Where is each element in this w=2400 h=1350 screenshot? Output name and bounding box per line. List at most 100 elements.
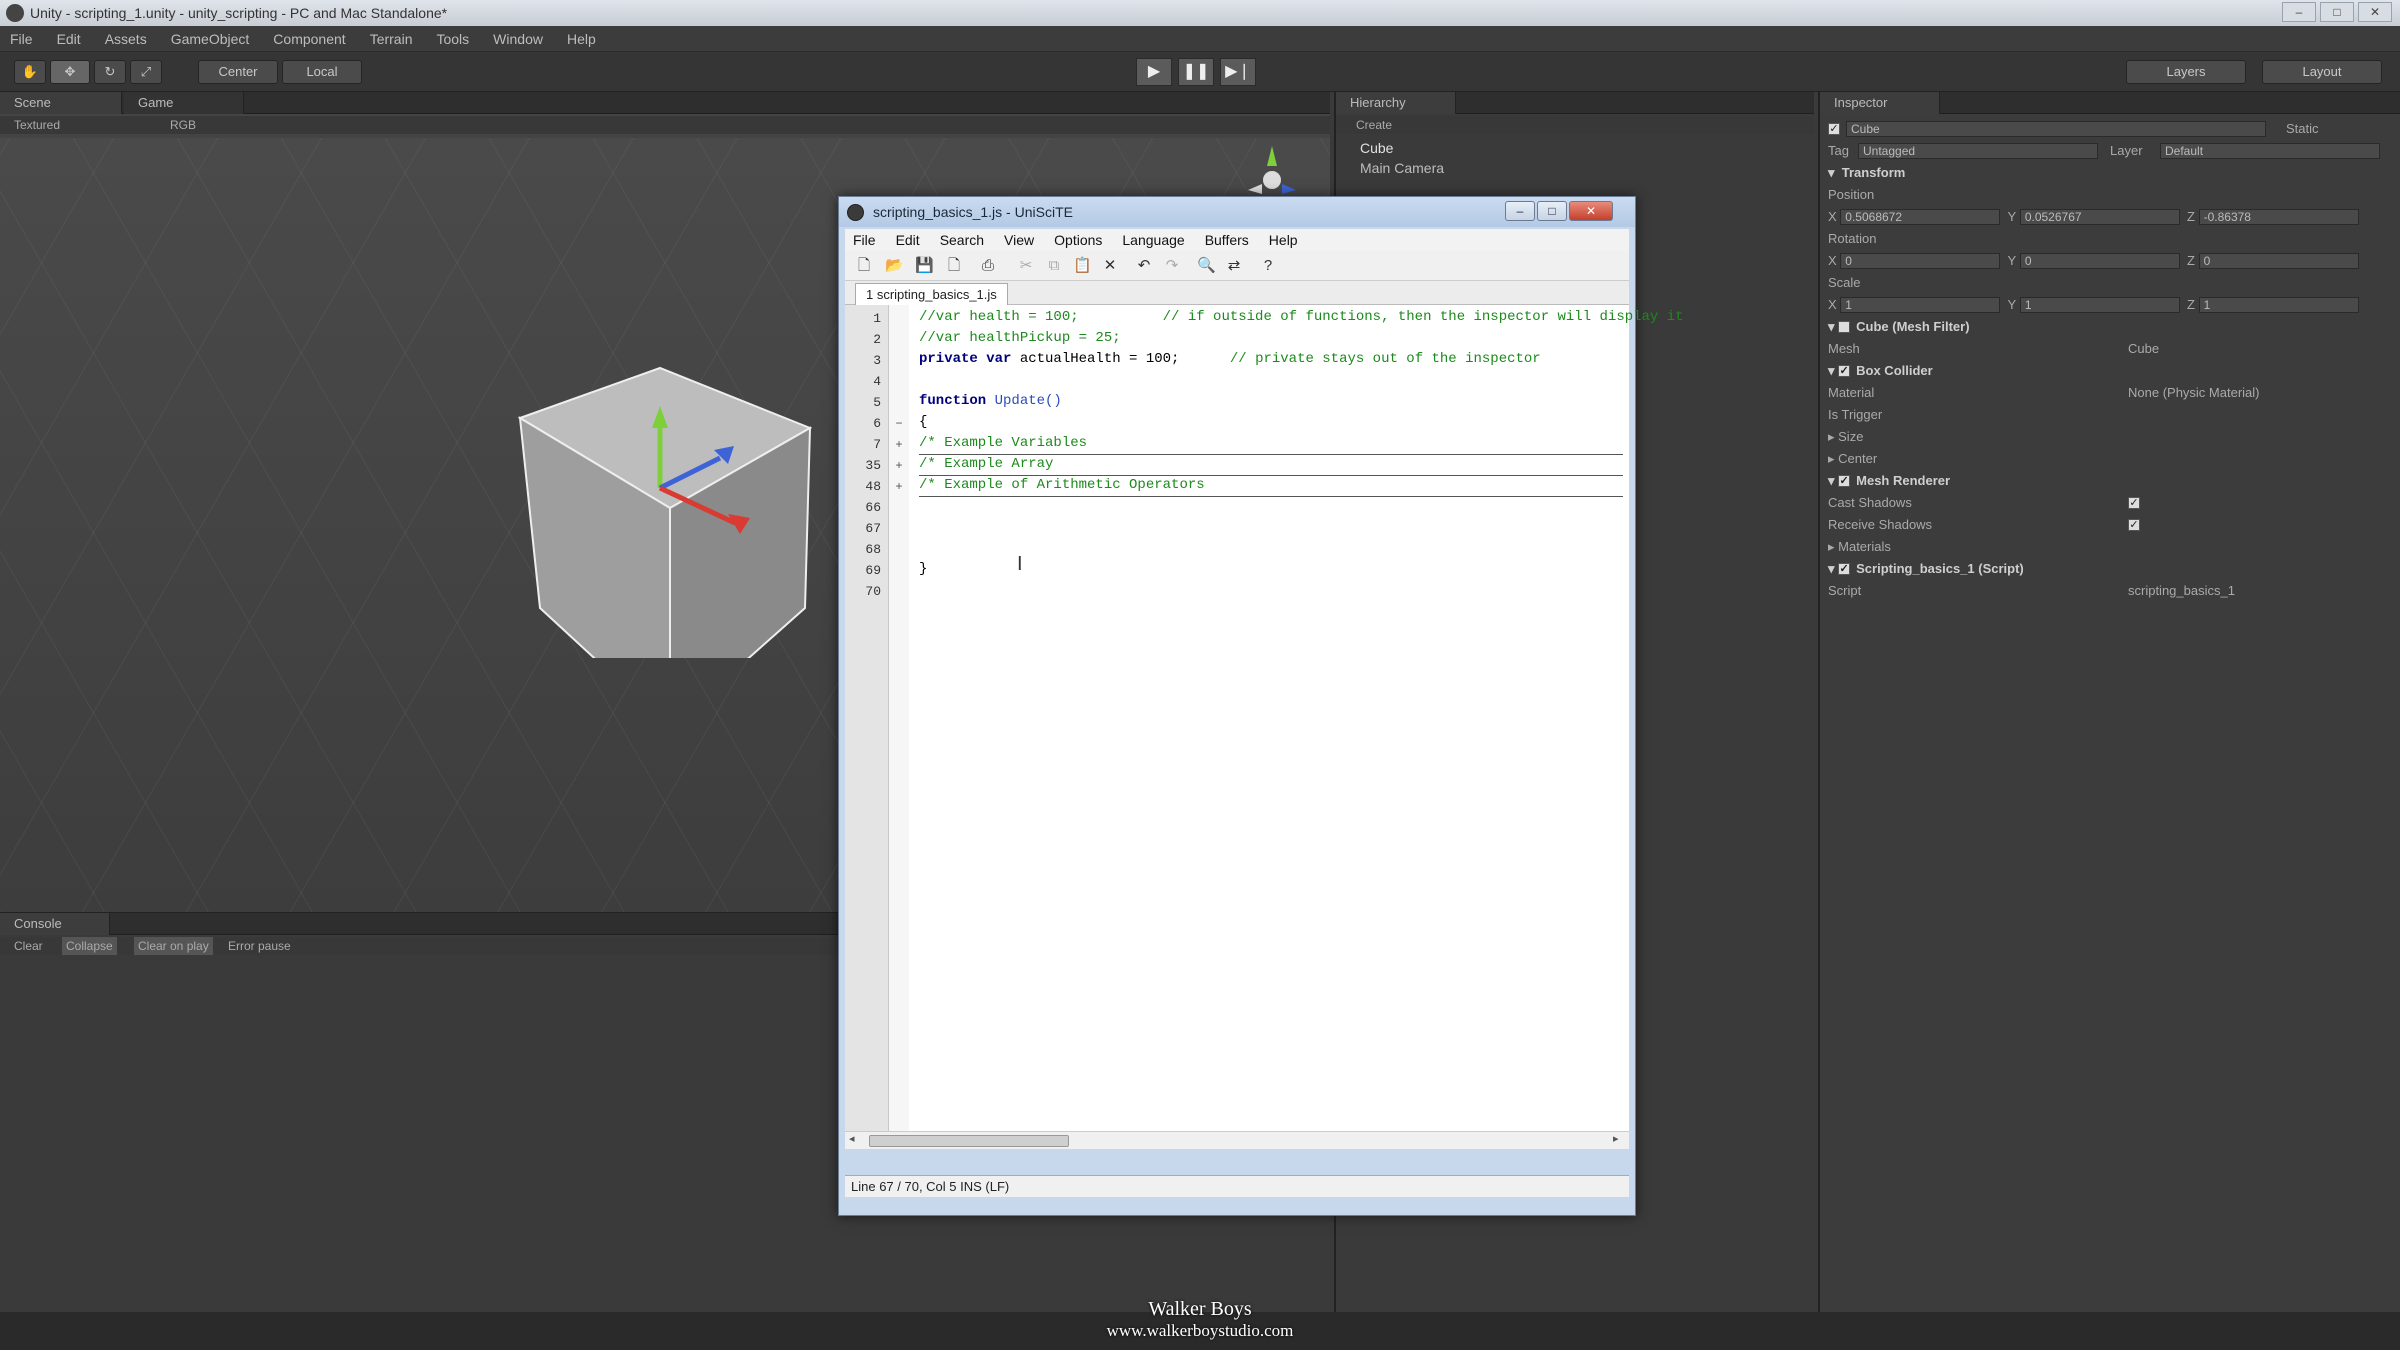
pause-button[interactable]: ❚❚	[1178, 58, 1214, 86]
rotation-y-field[interactable]: 0	[2019, 253, 2180, 269]
mesh-value[interactable]: Cube	[2128, 338, 2159, 360]
delete-icon[interactable]: ✕	[1101, 257, 1119, 275]
fold-expand-icon[interactable]: +	[893, 437, 905, 451]
pivot-center-toggle[interactable]: Center	[198, 60, 278, 84]
code-editor[interactable]: 1 2 3 4 5 6 7 35 48 66 67 68 69 70 //var health = 100…	[845, 305, 1684, 1131]
console-clear-button[interactable]: Clear	[14, 937, 43, 955]
materials-foldout[interactable]: ▸ Materials	[1828, 536, 2394, 558]
code-line[interactable]: private var actualHealth = 100; // priva…	[919, 351, 1541, 367]
redo-icon[interactable]: ↷	[1163, 257, 1181, 275]
menu-help[interactable]: Help	[567, 26, 596, 51]
script-value[interactable]: scripting_basics_1	[2128, 580, 2235, 602]
open-file-icon[interactable]: 📂	[885, 257, 904, 275]
box-collider-checkbox[interactable]: ✓	[1838, 365, 1851, 377]
tab-hierarchy[interactable]: Hierarchy	[1336, 92, 1456, 114]
menu-tools[interactable]: Tools	[436, 26, 469, 51]
paste-icon[interactable]: 📋	[1073, 257, 1092, 275]
editor-menu-options[interactable]: Options	[1054, 229, 1102, 251]
rotation-z-field[interactable]: 0	[2198, 253, 2359, 269]
save-icon[interactable]: 💾	[915, 257, 934, 275]
move-tool-button[interactable]: ✥	[50, 60, 90, 84]
menu-file[interactable]: File	[10, 26, 33, 51]
code-line[interactable]: /* Example Variables	[919, 435, 1087, 451]
layout-dropdown[interactable]: Layout	[2262, 60, 2382, 84]
undo-icon[interactable]: ↶	[1135, 257, 1153, 275]
layers-dropdown[interactable]: Layers	[2126, 60, 2246, 84]
new-file-icon[interactable]: 🗋	[855, 257, 873, 275]
position-y-field[interactable]: 0.0526767	[2019, 209, 2180, 225]
tab-inspector[interactable]: Inspector	[1820, 92, 1940, 114]
play-button[interactable]: ▶	[1136, 58, 1172, 86]
code-line[interactable]: //var healthPickup = 25;	[919, 330, 1121, 346]
print-icon[interactable]: ⎙	[979, 257, 997, 275]
cube-gizmo[interactable]	[500, 278, 840, 658]
editor-menu-buffers[interactable]: Buffers	[1205, 229, 1249, 251]
box-collider-header[interactable]: ▾ ✓ Box Collider	[1828, 360, 2394, 382]
hierarchy-item-cube[interactable]: Cube	[1336, 138, 1814, 158]
tag-dropdown[interactable]: Untagged	[1858, 143, 2098, 159]
rotate-tool-button[interactable]: ↻	[94, 60, 126, 84]
code-line[interactable]: function Update()	[919, 393, 1062, 409]
editor-minimize-button[interactable]: –	[1505, 201, 1535, 221]
object-name-field[interactable]: Cube	[1846, 121, 2266, 137]
tab-game[interactable]: Game	[124, 92, 244, 114]
fold-expand-icon[interactable]: +	[893, 479, 905, 493]
minimize-button[interactable]: –	[2282, 2, 2316, 22]
size-foldout[interactable]: ▸ Size	[1828, 426, 2394, 448]
console-collapse-button[interactable]: Collapse	[62, 937, 117, 955]
editor-maximize-button[interactable]: □	[1537, 201, 1567, 221]
menu-edit[interactable]: Edit	[57, 26, 81, 51]
script-component-checkbox[interactable]: ✓	[1838, 563, 1851, 575]
editor-menu-search[interactable]: Search	[940, 229, 984, 251]
scroll-left-icon[interactable]: ◂	[849, 1132, 855, 1145]
center-foldout[interactable]: ▸ Center	[1828, 448, 2394, 470]
editor-menu-language[interactable]: Language	[1122, 229, 1184, 251]
mesh-filter-header[interactable]: ▾ Cube (Mesh Filter)	[1828, 316, 2394, 338]
mesh-renderer-checkbox[interactable]: ✓	[1838, 475, 1851, 487]
menu-terrain[interactable]: Terrain	[370, 26, 413, 51]
find-icon[interactable]: 🔍	[1197, 257, 1216, 275]
position-z-field[interactable]: -0.86378	[2198, 209, 2359, 225]
editor-tab-file[interactable]: 1 scripting_basics_1.js	[855, 283, 1008, 305]
code-line[interactable]: {	[919, 414, 927, 430]
menu-gameobject[interactable]: GameObject	[171, 26, 250, 51]
replace-icon[interactable]: ⇄	[1225, 257, 1243, 275]
scale-z-field[interactable]: 1	[2198, 297, 2359, 313]
editor-menu-help[interactable]: Help	[1269, 229, 1298, 251]
step-button[interactable]: ▶❘	[1220, 58, 1256, 86]
rotation-x-field[interactable]: 0	[1840, 253, 2001, 269]
editor-menu-edit[interactable]: Edit	[896, 229, 920, 251]
editor-close-button[interactable]: ✕	[1569, 201, 1613, 221]
tab-scene[interactable]: Scene	[0, 92, 122, 114]
layer-dropdown[interactable]: Default	[2160, 143, 2380, 159]
console-clear-on-play-button[interactable]: Clear on play	[134, 937, 213, 955]
code-line[interactable]: }	[919, 561, 927, 577]
material-value[interactable]: None (Physic Material)	[2128, 382, 2260, 404]
copy-icon[interactable]: ⧉	[1045, 257, 1063, 275]
code-line[interactable]: //var health = 100; // if outside of fun…	[919, 309, 1684, 325]
editor-menu-file[interactable]: File	[853, 229, 876, 251]
context-help-icon[interactable]: ?	[1259, 257, 1277, 275]
code-line[interactable]: /* Example Array	[919, 456, 1053, 472]
render-mode-dropdown[interactable]: Textured	[14, 116, 60, 134]
menu-component[interactable]: Component	[273, 26, 345, 51]
menu-assets[interactable]: Assets	[105, 26, 147, 51]
scale-y-field[interactable]: 1	[2019, 297, 2180, 313]
fold-collapse-icon[interactable]: −	[893, 416, 905, 430]
maximize-button[interactable]: □	[2320, 2, 2354, 22]
script-component-header[interactable]: ▾ ✓ Scripting_basics_1 (Script)	[1828, 558, 2394, 580]
transform-header[interactable]: ▾ Transform	[1828, 162, 2394, 184]
fold-expand-icon[interactable]: +	[893, 458, 905, 472]
cast-shadows-checkbox[interactable]: ✓	[2128, 497, 2140, 509]
scroll-right-icon[interactable]: ▸	[1613, 1132, 1619, 1145]
hand-tool-button[interactable]: ✋	[14, 60, 46, 84]
mesh-renderer-header[interactable]: ▾ ✓ Mesh Renderer	[1828, 470, 2394, 492]
scrollbar-thumb[interactable]	[869, 1135, 1069, 1147]
cut-icon[interactable]: ✂	[1017, 257, 1035, 275]
code-line[interactable]: /* Example of Arithmetic Operators	[919, 477, 1205, 493]
scale-x-field[interactable]: 1	[1840, 297, 2001, 313]
console-error-pause-button[interactable]: Error pause	[228, 937, 291, 955]
close-file-icon[interactable]: 🗋	[945, 257, 963, 275]
hierarchy-create-dropdown[interactable]: Create	[1356, 116, 1392, 134]
scale-tool-button[interactable]: ⤢	[130, 60, 162, 84]
